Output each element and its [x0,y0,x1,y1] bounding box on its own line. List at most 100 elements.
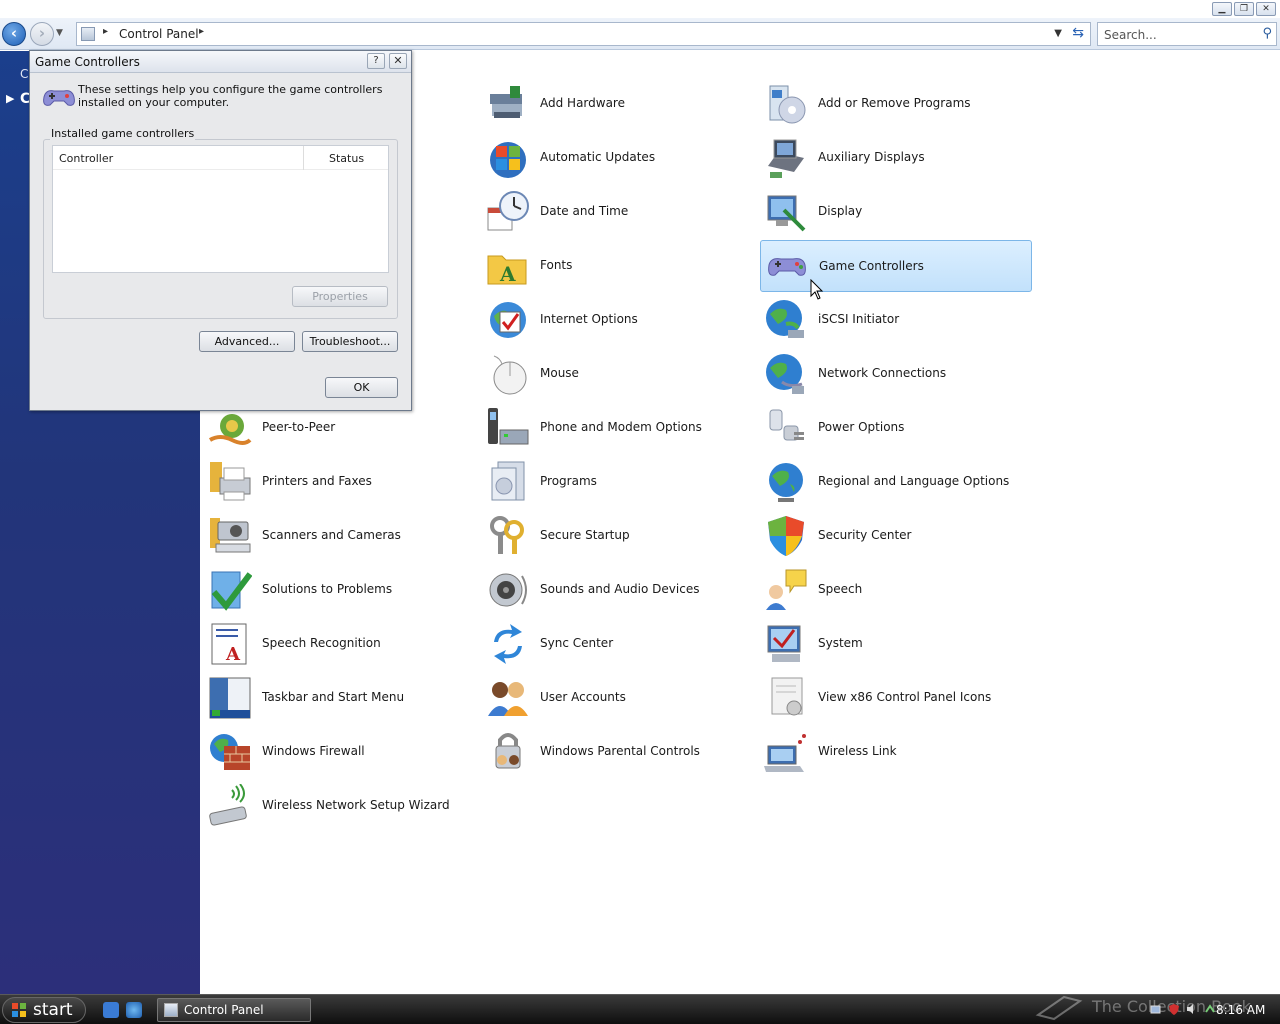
back-button[interactable]: ‹ [2,22,26,46]
item-sync-center[interactable]: Sync Center [482,618,754,670]
item-windows-parental-controls[interactable]: Windows Parental Controls [482,726,754,778]
start-button[interactable]: start [2,997,86,1023]
column-header-controller[interactable]: Controller [59,152,113,165]
item-date-and-time[interactable]: Date and Time [482,186,754,238]
item-phone-and-modem[interactable]: Phone and Modem Options [482,402,754,454]
address-bar[interactable]: ▸ Control Panel ▸ ▼ ⇆ [76,22,1091,46]
minimize-button[interactable]: ▁ [1212,2,1232,16]
column-header-status[interactable]: Status [329,152,364,165]
item-label: Solutions to Problems [262,582,393,596]
address-toolbar: ‹ › ▼ ▸ Control Panel ▸ ▼ ⇆ Search... ⚲ [0,18,1280,50]
item-windows-firewall[interactable]: Windows Firewall [204,726,476,778]
properties-button[interactable]: Properties [292,286,388,307]
item-label: Phone and Modem Options [540,420,702,434]
mouse-icon [493,355,527,395]
advanced-button[interactable]: Advanced... [199,331,295,352]
item-speech[interactable]: Speech [760,564,1032,616]
item-programs[interactable]: Programs [482,456,754,508]
item-taskbar-and-start-menu[interactable]: Taskbar and Start Menu [204,672,476,724]
add-hardware-icon [490,86,522,118]
forward-button[interactable]: › [30,22,54,46]
speech-recognition-icon: A [211,623,247,665]
address-dropdown-icon[interactable]: ▼ [1054,28,1062,39]
item-network-connections[interactable]: Network Connections [760,348,1032,400]
expand-arrow-icon[interactable]: ▶ [6,92,14,105]
printers-faxes-icon [210,462,251,501]
item-solutions-to-problems[interactable]: Solutions to Problems [204,564,476,616]
item-label: View x86 Control Panel Icons [818,690,992,704]
item-label: Taskbar and Start Menu [262,690,405,704]
item-wireless-link[interactable]: Wireless Link [760,726,1032,778]
item-label: Sync Center [540,636,614,650]
show-desktop-icon[interactable] [103,1002,119,1018]
item-label: Mouse [540,366,579,380]
item-scanners-and-cameras[interactable]: Scanners and Cameras [204,510,476,562]
secure-startup-icon [490,516,524,554]
wireless-link-icon [764,734,806,772]
item-automatic-updates[interactable]: Automatic Updates [482,132,754,184]
sync-center-icon [494,624,522,664]
breadcrumb-control-panel[interactable]: Control Panel [119,27,199,41]
breadcrumb-arrow-icon[interactable]: ▸ [103,26,108,37]
network-connections-icon [766,354,804,394]
item-wireless-network-setup-wizard[interactable]: Wireless Network Setup Wizard [204,780,476,832]
item-iscsi-initiator[interactable]: iSCSI Initiator [760,294,1032,346]
ok-button[interactable]: OK [325,377,398,398]
item-internet-options[interactable]: Internet Options [482,294,754,346]
item-power-options[interactable]: Power Options [760,402,1032,454]
item-user-accounts[interactable]: User Accounts [482,672,754,724]
security-center-icon [768,516,804,556]
item-printers-and-faxes[interactable]: Printers and Faxes [204,456,476,508]
item-security-center[interactable]: Security Center [760,510,1032,562]
item-system[interactable]: System [760,618,1032,670]
item-view-x86-icons[interactable]: View x86 Control Panel Icons [760,672,1032,724]
search-input[interactable]: Search... ⚲ [1097,22,1277,46]
close-window-button[interactable]: ✕ [1256,2,1276,16]
restore-button[interactable]: ❐ [1234,2,1254,16]
item-label: Sounds and Audio Devices [540,582,700,596]
network-tray-icon[interactable] [1150,1003,1162,1015]
scanners-cameras-icon [210,518,251,553]
refresh-icon[interactable]: ⇆ [1072,25,1084,41]
taskbar-button-control-panel[interactable]: Control Panel [157,998,311,1022]
speaker-icon[interactable] [1204,1003,1216,1015]
mouse-cursor-icon [810,279,824,300]
item-auxiliary-displays[interactable]: Auxiliary Displays [760,132,1032,184]
item-add-remove-programs[interactable]: Add or Remove Programs [760,78,1032,130]
breadcrumb-arrow-icon[interactable]: ▸ [199,26,204,37]
close-button[interactable]: ✕ [389,53,407,69]
dialog-description: These settings help you configure the ga… [78,83,383,109]
svg-text:A: A [499,262,516,286]
internet-explorer-icon[interactable] [126,1002,142,1018]
automatic-updates-icon [490,142,526,178]
column-separator[interactable] [303,146,304,170]
item-label: Printers and Faxes [262,474,372,488]
item-mouse[interactable]: Mouse [482,348,754,400]
item-label: Security Center [818,528,912,542]
search-icon[interactable]: ⚲ [1262,26,1272,41]
speech-icon [766,569,807,610]
security-alert-icon[interactable] [1168,1003,1180,1015]
item-speech-recognition[interactable]: A Speech Recognition [204,618,476,670]
help-button[interactable]: ? [367,53,385,69]
item-sounds-and-audio[interactable]: Sounds and Audio Devices [482,564,754,616]
volume-icon[interactable] [1186,1003,1198,1015]
item-add-hardware[interactable]: Add Hardware [482,78,754,130]
regional-language-icon [769,463,803,502]
item-secure-startup[interactable]: Secure Startup [482,510,754,562]
item-regional-and-language[interactable]: Regional and Language Options [760,456,1032,508]
item-fonts[interactable]: A Fonts [482,240,754,292]
item-game-controllers[interactable]: Game Controllers [760,240,1032,292]
recent-pages-dropdown[interactable]: ▼ [56,28,63,38]
power-options-icon [769,409,804,441]
item-display[interactable]: Display [760,186,1032,238]
dialog-titlebar[interactable]: Game Controllers ? ✕ [30,51,411,73]
user-accounts-icon [488,682,528,716]
display-icon [767,195,806,232]
controllers-list[interactable]: Controller Status [52,145,389,273]
date-time-icon [487,191,529,231]
clock[interactable]: 8:16 AM [1216,1003,1265,1017]
sounds-audio-icon [489,573,527,607]
troubleshoot-button[interactable]: Troubleshoot... [302,331,398,352]
view-x86-icons-icon [771,677,803,716]
